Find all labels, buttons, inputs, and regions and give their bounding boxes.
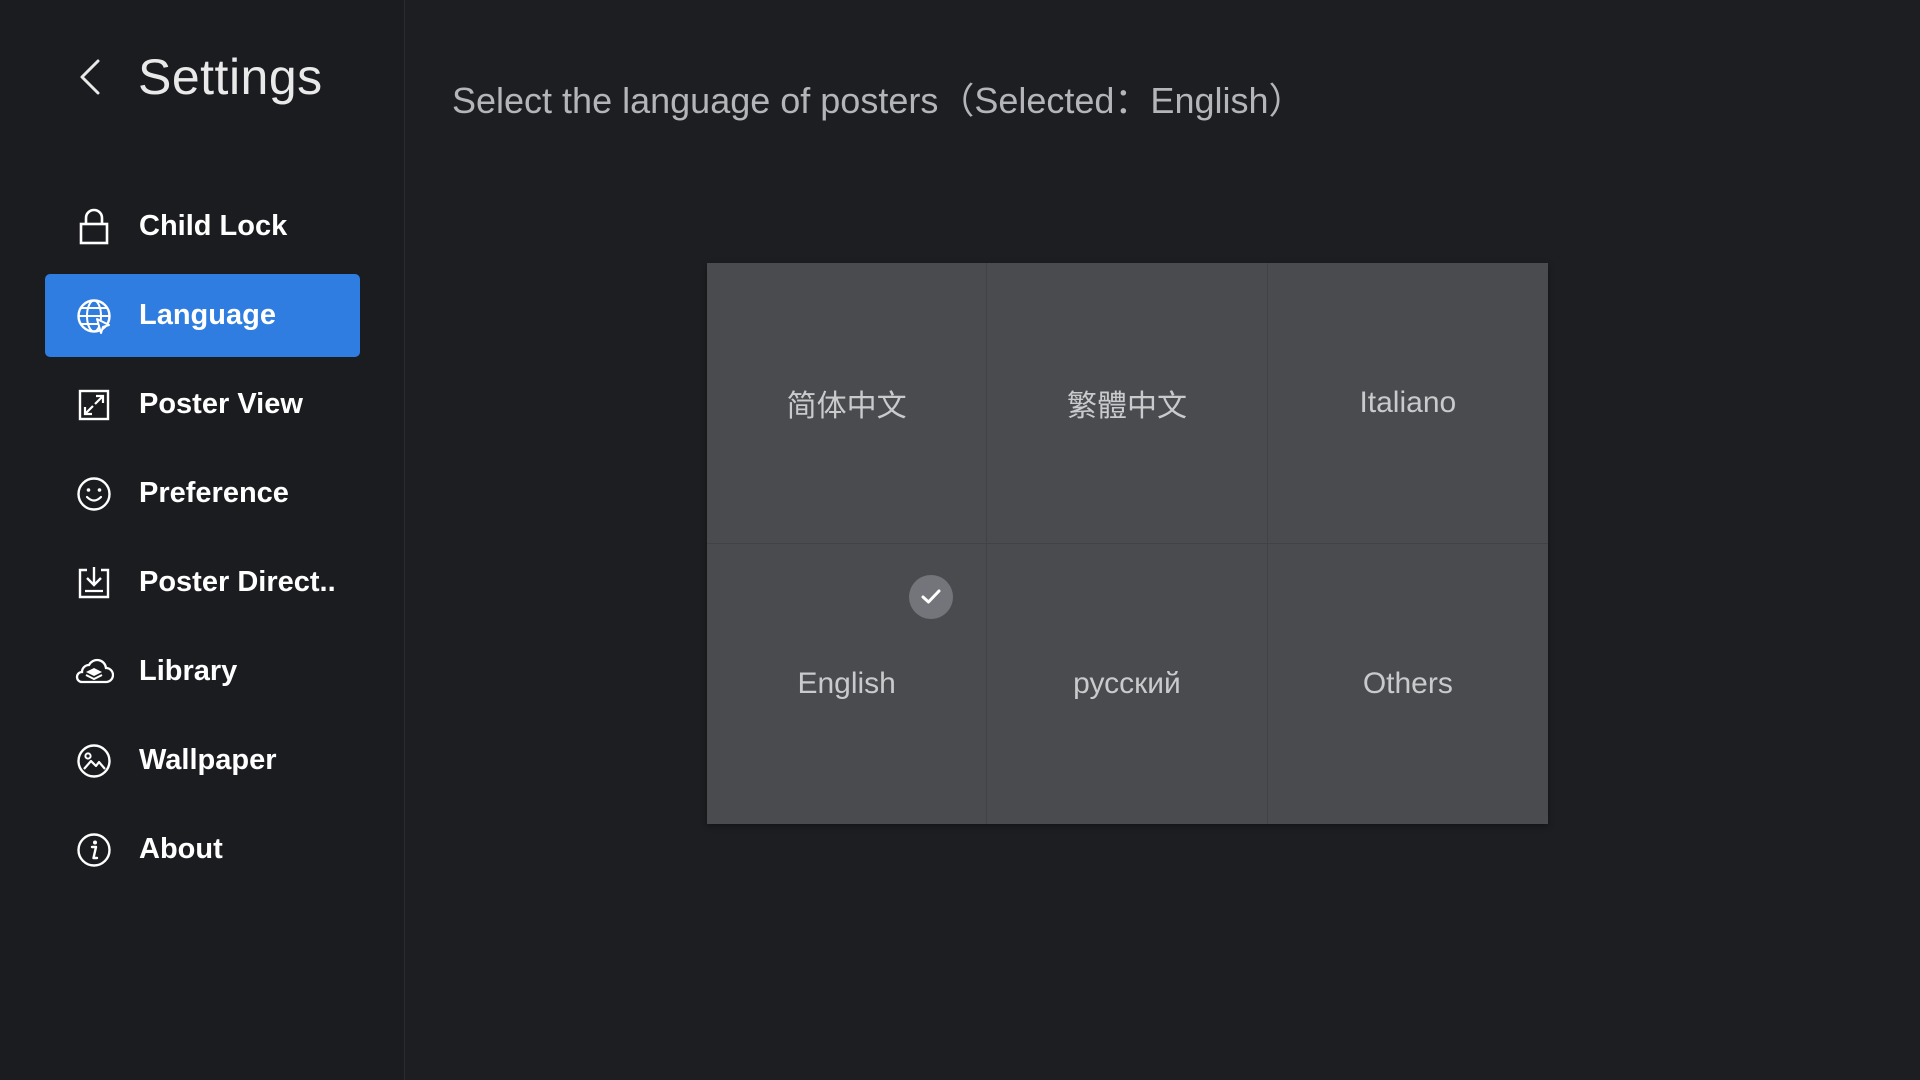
back-button[interactable]	[70, 52, 110, 102]
sidebar-item-label: Child Lock	[139, 210, 288, 242]
sidebar-item-poster-directory[interactable]: Poster Direct..	[45, 541, 360, 624]
info-icon	[73, 829, 115, 871]
sidebar-item-wallpaper[interactable]: Wallpaper	[45, 719, 360, 802]
language-option-russian[interactable]: русский	[987, 543, 1268, 824]
language-grid: 简体中文 繁體中文 Italiano English русский Other…	[707, 263, 1548, 824]
checkmark-icon	[909, 574, 953, 619]
lock-icon	[73, 206, 115, 248]
language-label: 繁體中文	[1066, 389, 1187, 423]
sidebar-item-label: Poster View	[139, 388, 303, 420]
image-circle-icon	[73, 740, 115, 782]
language-option-english[interactable]: English	[707, 543, 988, 824]
language-option-italiano[interactable]: Italiano	[1267, 263, 1548, 544]
sidebar-item-preference[interactable]: Preference	[45, 452, 360, 535]
sidebar-item-label: Poster Direct..	[139, 566, 336, 598]
settings-nav: Child Lock Language Poster View Preferen…	[45, 185, 360, 897]
page-title: Settings	[138, 49, 323, 105]
expand-icon	[73, 384, 115, 426]
language-option-traditional-chinese[interactable]: 繁體中文	[987, 263, 1268, 544]
smiley-icon	[73, 473, 115, 515]
cloud-layers-icon	[73, 651, 115, 693]
header: Settings	[70, 42, 323, 112]
sidebar: Settings Child Lock Language Poster View…	[0, 0, 405, 1080]
sidebar-item-poster-view[interactable]: Poster View	[45, 363, 360, 446]
language-label: русский	[1073, 666, 1181, 700]
language-label: Italiano	[1359, 385, 1457, 419]
language-label: English	[797, 666, 896, 700]
globe-icon	[73, 295, 115, 337]
sidebar-item-language[interactable]: Language	[45, 274, 360, 357]
sidebar-item-label: Library	[139, 655, 238, 687]
sidebar-item-library[interactable]: Library	[45, 630, 360, 713]
language-option-simplified-chinese[interactable]: 简体中文	[707, 263, 988, 544]
settings-screen: Settings Child Lock Language Poster View…	[0, 0, 1920, 1080]
download-tray-icon	[73, 562, 115, 604]
sidebar-item-child-lock[interactable]: Child Lock	[45, 185, 360, 268]
sidebar-item-label: About	[139, 833, 223, 865]
language-option-others[interactable]: Others	[1268, 544, 1548, 825]
language-label: 简体中文	[786, 389, 907, 423]
sidebar-item-about[interactable]: About	[45, 808, 360, 891]
sidebar-item-label: Language	[139, 299, 276, 331]
section-title: Select the language of posters（Selected：…	[452, 80, 1305, 121]
sidebar-item-label: Wallpaper	[139, 744, 277, 776]
chevron-left-icon	[80, 59, 100, 95]
language-label: Others	[1362, 666, 1453, 700]
sidebar-item-label: Preference	[139, 477, 289, 509]
